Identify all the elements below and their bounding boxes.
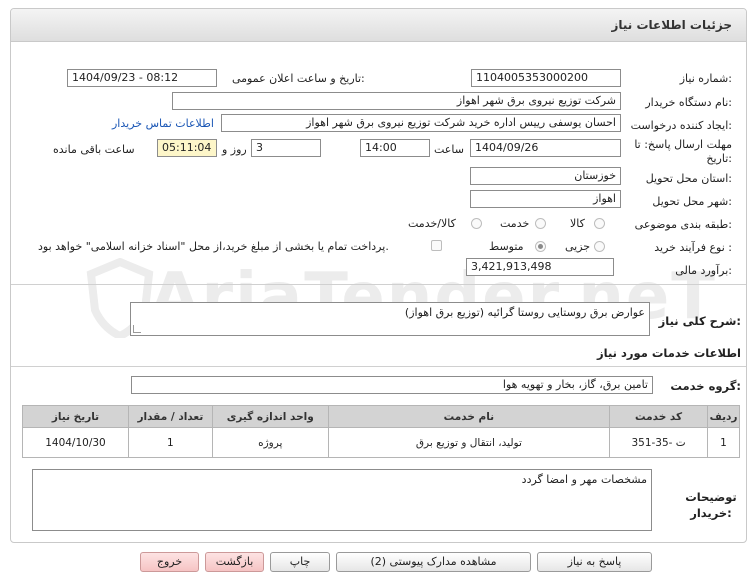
cell-quantity: 1	[127, 427, 213, 458]
time-label: ساعت	[434, 143, 464, 156]
summary-textarea: عوارض برق روستایی روستا گرائیه (توزیع بر…	[130, 302, 650, 336]
summary-label: شرح کلی نیاز:	[658, 314, 741, 328]
exit-button[interactable]: خروج	[140, 552, 199, 572]
summary-text: عوارض برق روستایی روستا گرائیه (توزیع بر…	[404, 306, 645, 319]
deadline-label: مهلت ارسال پاسخ: تا تاریخ:	[634, 138, 732, 165]
reply-button[interactable]: پاسخ به نیاز	[537, 552, 652, 572]
need-details-panel: جزئیات اطلاعات نیاز	[10, 8, 747, 543]
col-header-quantity: تعداد / مقدار	[127, 405, 213, 428]
remaining-time-field: 05:11:04	[157, 139, 217, 157]
announce-field: 1404/09/23 - 08:12	[67, 69, 217, 87]
view-attachments-button[interactable]: مشاهده مدارک پیوستی (2)	[336, 552, 531, 572]
province-label: استان محل تحویل:	[645, 172, 732, 185]
process-option-minor: جزیی	[565, 240, 591, 253]
col-header-date: تاریخ نیاز	[22, 405, 129, 428]
province-field: خوزستان	[470, 167, 621, 185]
payment-note: پرداخت تمام یا بخشی از مبلغ خرید،از محل …	[38, 240, 389, 253]
treasury-payment-checkbox[interactable]	[431, 240, 442, 251]
service-group-label: گروه خدمت:	[670, 379, 741, 393]
services-table: ردیف کد خدمت نام خدمت واحد اندازه گیری ت…	[22, 405, 740, 458]
remaining-label: ساعت باقی مانده	[53, 143, 135, 156]
process-label: نوع فرآیند خرید :	[654, 241, 732, 254]
buyer-notes-label: توضیحات خریدار:	[685, 490, 737, 520]
city-field: اهواز	[470, 190, 621, 208]
need-number-field: 1104005353000200	[471, 69, 621, 87]
cell-date: 1404/10/30	[22, 427, 129, 458]
category-radio-goods-service[interactable]	[471, 218, 482, 229]
budget-label: برآورد مالی:	[675, 264, 732, 277]
resize-handle[interactable]	[133, 325, 141, 333]
table-header-row: ردیف کد خدمت نام خدمت واحد اندازه گیری ت…	[22, 405, 740, 428]
announce-label: تاریخ و ساعت اعلان عمومی:	[232, 72, 365, 85]
panel-title: جزئیات اطلاعات نیاز	[611, 18, 732, 32]
services-section-title: اطلاعات خدمات مورد نیاز	[597, 346, 741, 360]
creator-label: ایجاد کننده درخواست:	[630, 119, 732, 132]
separator	[11, 284, 746, 285]
col-header-unit: واحد اندازه گیری	[211, 405, 329, 428]
cell-unit: پروژه	[211, 427, 329, 458]
table-row: 1 ت -35-351 تولید، انتقال و توزیع برق پر…	[22, 427, 740, 458]
service-group-field: تامین برق، گاز، بخار و تهویه هوا	[131, 376, 653, 394]
days-label: روز و	[222, 143, 247, 156]
back-button[interactable]: بازگشت	[205, 552, 264, 572]
process-radio-minor[interactable]	[594, 241, 605, 252]
category-radio-service[interactable]	[535, 218, 546, 229]
category-label: طبقه بندی موضوعی:	[634, 218, 732, 231]
col-header-name: نام خدمت	[327, 405, 611, 428]
process-option-medium: متوسط	[489, 240, 524, 253]
buyer-org-label: نام دستگاه خریدار:	[645, 96, 732, 109]
cell-name: تولید، انتقال و توزیع برق	[327, 427, 611, 458]
process-radio-medium[interactable]	[535, 241, 546, 252]
buyer-notes-text: مشخصات مهر و امضا گردد	[521, 473, 647, 486]
deadline-time-field: 14:00	[360, 139, 430, 157]
category-option-goods: کالا	[570, 217, 585, 230]
deadline-date-field: 1404/09/26	[470, 139, 621, 157]
city-label: شهر محل تحویل:	[652, 195, 732, 208]
category-radio-goods[interactable]	[594, 218, 605, 229]
print-button[interactable]: چاپ	[270, 552, 330, 572]
contact-info-link[interactable]: اطلاعات تماس خریدار	[112, 117, 214, 130]
separator	[11, 366, 746, 367]
budget-field: 3,421,913,498	[466, 258, 614, 276]
creator-field: احسان یوسفی رییس اداره خرید شرکت توزیع ن…	[221, 114, 621, 132]
buyer-notes-textarea: مشخصات مهر و امضا گردد	[32, 469, 652, 531]
category-option-service: خدمت	[500, 217, 530, 230]
need-number-label: شماره نیاز:	[679, 72, 732, 85]
col-header-index: ردیف	[707, 405, 740, 428]
panel-header: جزئیات اطلاعات نیاز	[11, 9, 746, 42]
cell-index: 1	[707, 427, 740, 458]
days-field: 3	[251, 139, 321, 157]
category-option-goods-service: کالا/خدمت	[408, 217, 456, 230]
cell-code: ت -35-351	[609, 427, 709, 458]
col-header-code: کد خدمت	[609, 405, 709, 428]
buyer-org-field: شرکت توزیع نیروی برق شهر اهواز	[172, 92, 621, 110]
